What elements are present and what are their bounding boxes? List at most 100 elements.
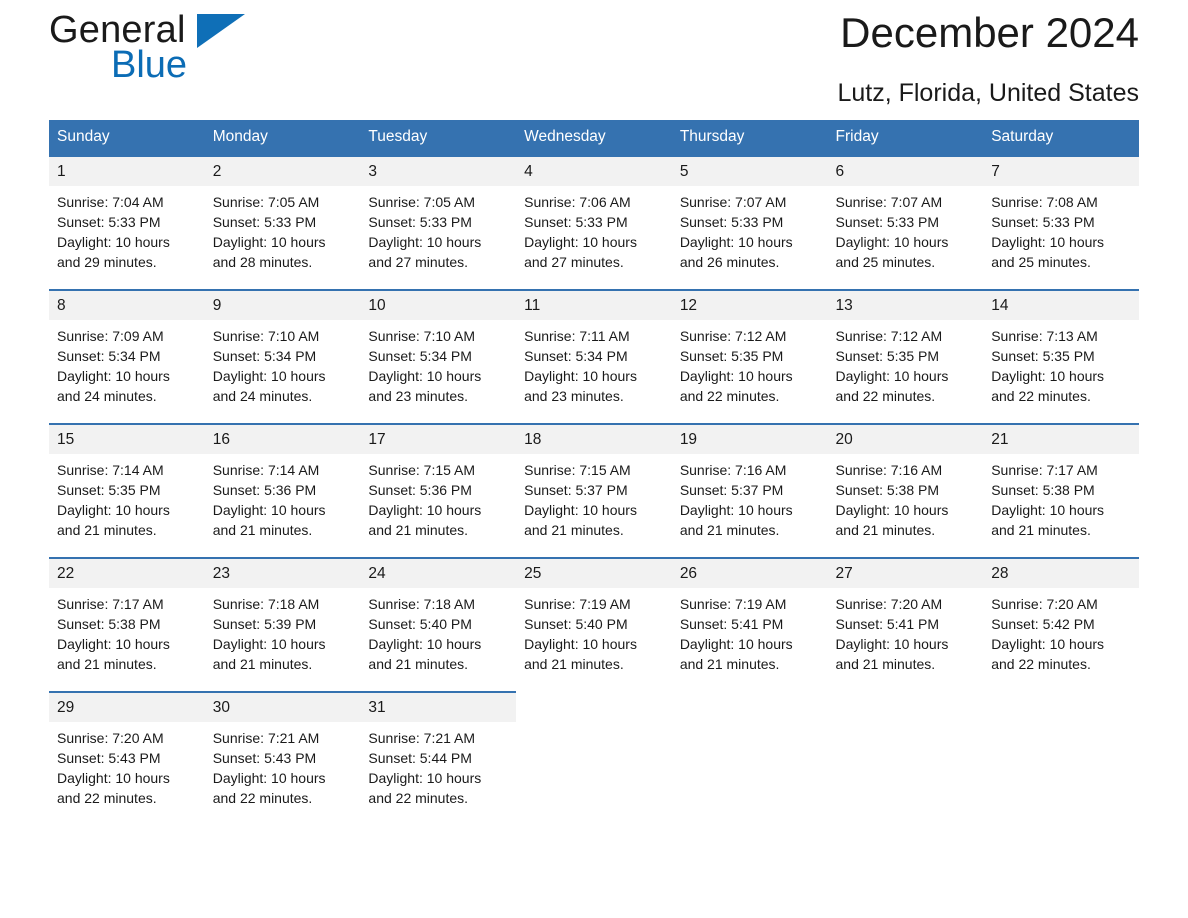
- sunset-time: Sunset: 5:40 PM: [524, 616, 628, 632]
- sunrise-time: Sunrise: 7:20 AM: [57, 730, 164, 746]
- daylight-duration-line2: and 21 minutes.: [212, 656, 313, 672]
- day-details: Sunrise: 7:08 AM Sunset: 5:33 PM Daylight:…: [983, 186, 1139, 272]
- page-subtitle-location: Lutz, Florida, United States: [837, 79, 1139, 107]
- daylight-duration-line1: Daylight: 10 hours: [57, 234, 170, 250]
- calendar-day-cell[interactable]: 29 Sunrise: 7:20 AM Sunset: 5:43 PM Dayligh…: [49, 691, 205, 811]
- sunrise-time: Sunrise: 7:09 AM: [57, 328, 164, 344]
- calendar-day-cell[interactable]: 31 Sunrise: 7:21 AM Sunset: 5:44 PM Dayligh…: [360, 691, 517, 811]
- daylight-duration-line1: Daylight: 10 hours: [212, 368, 326, 384]
- day-details: Sunrise: 7:18 AM Sunset: 5:40 PM Daylight:…: [360, 588, 516, 674]
- logo-text-blue: Blue: [111, 44, 188, 86]
- calendar-day-cell[interactable]: 19 Sunrise: 7:16 AM Sunset: 5:37 PM Dayligh…: [671, 423, 828, 543]
- generalblue-logo[interactable]: General Blue: [49, 10, 349, 96]
- calendar-page: General Blue December 2024 Lutz, Florida…: [0, 0, 1188, 918]
- week-spacer-cell: [49, 543, 205, 558]
- week-spacer-cell: [828, 409, 984, 424]
- day-number: [983, 693, 1139, 722]
- daylight-duration-line2: and 24 minutes.: [212, 388, 313, 404]
- daylight-duration-line1: Daylight: 10 hours: [368, 502, 482, 518]
- day-details: Sunrise: 7:07 AM Sunset: 5:33 PM Daylight:…: [828, 186, 984, 272]
- sunrise-time: Sunrise: 7:18 AM: [368, 596, 476, 612]
- daylight-duration-line1: Daylight: 10 hours: [835, 502, 949, 518]
- calendar-day-cell[interactable]: 12 Sunrise: 7:12 AM Sunset: 5:35 PM Dayligh…: [671, 289, 828, 409]
- daylight-duration-line2: and 22 minutes.: [368, 790, 469, 806]
- week-spacer-cell: [828, 543, 984, 558]
- day-number: 9: [204, 291, 361, 320]
- calendar-day-cell[interactable]: 21 Sunrise: 7:17 AM Sunset: 5:38 PM Dayligh…: [983, 423, 1139, 543]
- day-number: 23: [204, 559, 361, 588]
- calendar-day-cell[interactable]: 18 Sunrise: 7:15 AM Sunset: 5:37 PM Dayligh…: [516, 423, 672, 543]
- daylight-duration-line2: and 22 minutes.: [991, 388, 1091, 404]
- calendar-day-cell[interactable]: 7 Sunrise: 7:08 AM Sunset: 5:33 PM Daylight…: [983, 155, 1139, 275]
- week-spacer-cell: [828, 677, 984, 692]
- day-number: 25: [516, 559, 672, 588]
- calendar-day-cell[interactable]: 1 Sunrise: 7:04 AM Sunset: 5:33 PM Daylight…: [49, 155, 205, 275]
- calendar-day-cell[interactable]: 27 Sunrise: 7:20 AM Sunset: 5:41 PM Dayligh…: [827, 557, 984, 677]
- week-spacer-cell: [672, 275, 828, 290]
- calendar-day-cell[interactable]: 5 Sunrise: 7:07 AM Sunset: 5:33 PM Daylight…: [671, 155, 828, 275]
- calendar-day-cell[interactable]: 20 Sunrise: 7:16 AM Sunset: 5:38 PM Dayligh…: [827, 423, 984, 543]
- calendar-day-cell[interactable]: 15 Sunrise: 7:14 AM Sunset: 5:35 PM Dayligh…: [49, 423, 205, 543]
- calendar-day-cell[interactable]: 3 Sunrise: 7:05 AM Sunset: 5:33 PM Daylight…: [360, 155, 517, 275]
- sunrise-time: Sunrise: 7:21 AM: [212, 730, 320, 746]
- sunset-time: Sunset: 5:33 PM: [835, 214, 940, 230]
- calendar-day-cell[interactable]: 4 Sunrise: 7:06 AM Sunset: 5:33 PM Daylight…: [516, 155, 672, 275]
- day-details: Sunrise: 7:17 AM Sunset: 5:38 PM Daylight:…: [49, 588, 205, 674]
- day-details: Sunrise: 7:20 AM Sunset: 5:41 PM Daylight:…: [828, 588, 984, 674]
- daylight-duration-line1: Daylight: 10 hours: [212, 234, 326, 250]
- daylight-duration-line1: Daylight: 10 hours: [212, 502, 326, 518]
- week-spacer-cell: [983, 543, 1139, 558]
- week-spacer-cell: [672, 543, 828, 558]
- calendar-day-cell[interactable]: 25 Sunrise: 7:19 AM Sunset: 5:40 PM Dayligh…: [516, 557, 672, 677]
- sunrise-time: Sunrise: 7:15 AM: [524, 462, 631, 478]
- calendar-day-cell[interactable]: 2 Sunrise: 7:05 AM Sunset: 5:33 PM Daylight…: [204, 155, 361, 275]
- calendar-day-cell[interactable]: 22 Sunrise: 7:17 AM Sunset: 5:38 PM Dayligh…: [49, 557, 205, 677]
- calendar-day-cell[interactable]: 14 Sunrise: 7:13 AM Sunset: 5:35 PM Dayligh…: [983, 289, 1139, 409]
- sunrise-time: Sunrise: 7:16 AM: [679, 462, 787, 478]
- week-spacer-cell: [205, 275, 361, 290]
- calendar-day-cell[interactable]: 30 Sunrise: 7:21 AM Sunset: 5:43 PM Dayligh…: [204, 691, 361, 811]
- calendar-day-cell[interactable]: 28 Sunrise: 7:20 AM Sunset: 5:42 PM Dayligh…: [983, 557, 1139, 677]
- calendar-day-cell[interactable]: 13 Sunrise: 7:12 AM Sunset: 5:35 PM Dayligh…: [827, 289, 984, 409]
- calendar-day-cell[interactable]: 8 Sunrise: 7:09 AM Sunset: 5:34 PM Daylight…: [49, 289, 205, 409]
- day-details: Sunrise: 7:07 AM Sunset: 5:33 PM Daylight:…: [672, 186, 828, 272]
- day-details: Sunrise: 7:16 AM Sunset: 5:38 PM Daylight:…: [828, 454, 984, 540]
- week-spacer-cell: [516, 275, 672, 290]
- day-number: 16: [204, 425, 361, 454]
- sunset-time: Sunset: 5:34 PM: [212, 348, 317, 364]
- sunset-time: Sunset: 5:33 PM: [524, 214, 628, 230]
- daylight-duration-line1: Daylight: 10 hours: [524, 234, 637, 250]
- calendar-day-cell[interactable]: 17 Sunrise: 7:15 AM Sunset: 5:36 PM Dayligh…: [360, 423, 517, 543]
- week-spacer-cell: [516, 543, 672, 558]
- calendar-body: 1 Sunrise: 7:04 AM Sunset: 5:33 PM Daylight…: [49, 155, 1139, 811]
- day-details: Sunrise: 7:10 AM Sunset: 5:34 PM Daylight:…: [205, 320, 361, 406]
- calendar-day-cell[interactable]: 23 Sunrise: 7:18 AM Sunset: 5:39 PM Dayligh…: [204, 557, 361, 677]
- day-details: Sunrise: 7:20 AM Sunset: 5:43 PM Daylight:…: [49, 722, 205, 808]
- daylight-duration-line2: and 29 minutes.: [57, 254, 157, 270]
- calendar-day-cell[interactable]: 6 Sunrise: 7:07 AM Sunset: 5:33 PM Daylight…: [827, 155, 984, 275]
- sunset-time: Sunset: 5:36 PM: [212, 482, 317, 498]
- sunrise-time: Sunrise: 7:10 AM: [212, 328, 320, 344]
- daylight-duration-line1: Daylight: 10 hours: [57, 636, 170, 652]
- calendar-day-cell[interactable]: 10 Sunrise: 7:10 AM Sunset: 5:34 PM Dayligh…: [360, 289, 517, 409]
- daylight-duration-line2: and 22 minutes.: [991, 656, 1091, 672]
- daylight-duration-line2: and 27 minutes.: [524, 254, 624, 270]
- calendar-day-cell[interactable]: 11 Sunrise: 7:11 AM Sunset: 5:34 PM Dayligh…: [516, 289, 672, 409]
- weekday-header-saturday: Saturday: [983, 120, 1139, 156]
- daylight-duration-line2: and 21 minutes.: [57, 656, 157, 672]
- sunrise-time: Sunrise: 7:17 AM: [57, 596, 164, 612]
- calendar-day-cell[interactable]: 9 Sunrise: 7:10 AM Sunset: 5:34 PM Daylight…: [204, 289, 361, 409]
- sunrise-time: Sunrise: 7:13 AM: [991, 328, 1098, 344]
- day-details: Sunrise: 7:10 AM Sunset: 5:34 PM Daylight:…: [360, 320, 516, 406]
- sunrise-time: Sunrise: 7:12 AM: [679, 328, 787, 344]
- week-spacer-cell: [205, 677, 361, 692]
- calendar-day-cell[interactable]: 26 Sunrise: 7:19 AM Sunset: 5:41 PM Dayligh…: [671, 557, 828, 677]
- daylight-duration-line2: and 21 minutes.: [835, 656, 936, 672]
- day-number: 5: [671, 157, 828, 186]
- day-number: 12: [671, 291, 828, 320]
- calendar-day-cell[interactable]: 16 Sunrise: 7:14 AM Sunset: 5:36 PM Dayligh…: [204, 423, 361, 543]
- calendar-day-cell[interactable]: 24 Sunrise: 7:18 AM Sunset: 5:40 PM Dayligh…: [360, 557, 517, 677]
- sunset-time: Sunset: 5:34 PM: [368, 348, 472, 364]
- weekday-header-tuesday: Tuesday: [360, 120, 517, 156]
- daylight-duration-line1: Daylight: 10 hours: [368, 770, 482, 786]
